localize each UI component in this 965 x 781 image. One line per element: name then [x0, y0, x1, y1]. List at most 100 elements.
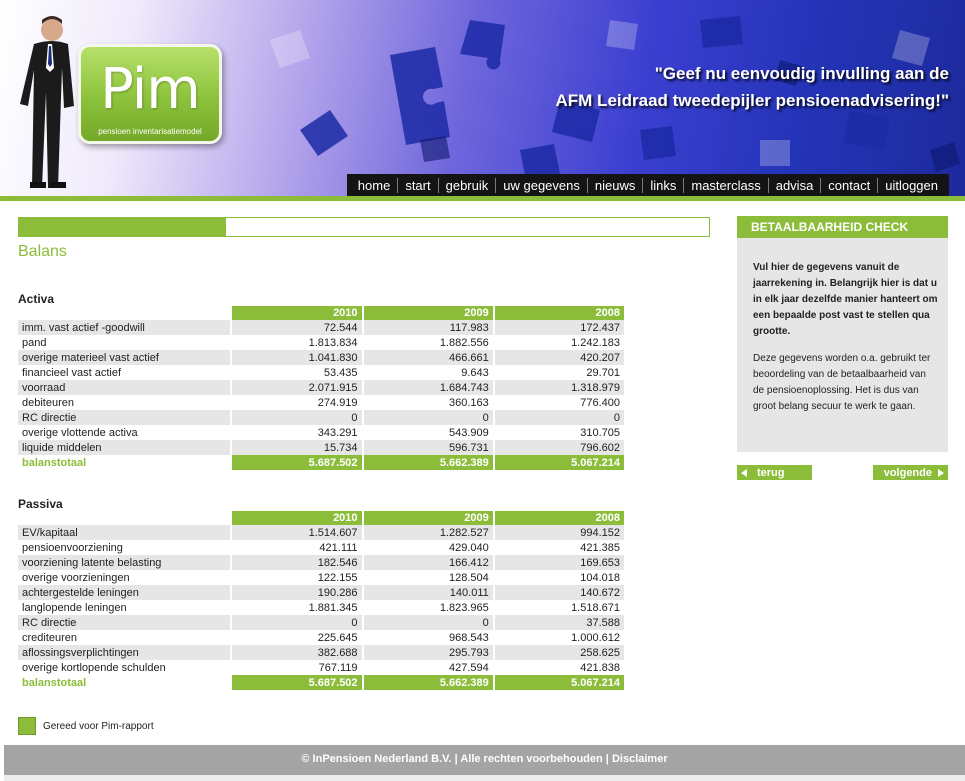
back-button[interactable]: terug — [737, 465, 812, 480]
value-cell-2009[interactable]: 140.011 — [361, 585, 493, 600]
row-label: EV/kapitaal — [18, 525, 231, 540]
row-label: overige voorzieningen — [18, 570, 231, 585]
value-cell-2009[interactable]: 0 — [361, 615, 493, 630]
value-cell-2009[interactable]: 968.543 — [361, 630, 493, 645]
value-cell-2008[interactable]: 172.437 — [492, 320, 624, 335]
value-cell-2008[interactable]: 1.000.612 — [492, 630, 624, 645]
next-button[interactable]: volgende — [873, 465, 948, 480]
value-cell-2009[interactable]: 295.793 — [361, 645, 493, 660]
nav-gebruik[interactable]: gebruik — [439, 177, 497, 193]
value-cell-2010[interactable]: 2.071.915 — [230, 380, 362, 395]
row-label: voorziening latente belasting — [18, 555, 231, 570]
value-cell-2009[interactable]: 117.983 — [361, 320, 493, 335]
value-cell-2010[interactable]: 182.546 — [230, 555, 362, 570]
nav-home[interactable]: home — [351, 177, 399, 193]
value-cell-2010[interactable]: 1.881.345 — [230, 600, 362, 615]
value-cell-2008[interactable]: 1.318.979 — [492, 380, 624, 395]
table-row: overige vlottende activa 343.291 543.909 31… — [18, 425, 624, 440]
row-label: crediteuren — [18, 630, 231, 645]
value-cell-2010[interactable]: 421.111 — [230, 540, 362, 555]
activa-title: Activa — [18, 292, 55, 306]
value-cell-2008[interactable]: 1.518.671 — [492, 600, 624, 615]
value-cell-2008[interactable]: 994.152 — [492, 525, 624, 540]
nav-masterclass[interactable]: masterclass — [684, 177, 769, 193]
year-header-blank — [18, 511, 230, 525]
value-cell-2009[interactable]: 1.882.556 — [361, 335, 493, 350]
value-cell-2009[interactable]: 466.661 — [361, 350, 493, 365]
nav-nieuws[interactable]: nieuws — [588, 177, 644, 193]
value-cell-2009[interactable]: 427.594 — [361, 660, 493, 675]
value-cell-2010[interactable]: 190.286 — [230, 585, 362, 600]
value-cell-2009[interactable]: 596.731 — [361, 440, 493, 455]
table-row: overige materieel vast actief 1.041.830 46… — [18, 350, 624, 365]
value-cell-2008[interactable]: 169.653 — [492, 555, 624, 570]
value-cell-2008[interactable]: 104.018 — [492, 570, 624, 585]
nav-start[interactable]: start — [398, 177, 439, 193]
sidebar-paragraph-1: Vul hier de gegevens vanuit de jaarreken… — [753, 262, 938, 337]
value-cell-2009[interactable]: 1.684.743 — [361, 380, 493, 395]
value-cell-2009[interactable]: 128.504 — [361, 570, 493, 585]
value-cell-2010[interactable]: 1.041.830 — [230, 350, 362, 365]
footer-rights-link[interactable]: Alle rechten voorbehouden — [460, 753, 602, 765]
value-cell-2010[interactable]: 343.291 — [230, 425, 362, 440]
value-cell-2010[interactable]: 15.734 — [230, 440, 362, 455]
value-cell-2010[interactable]: 274.919 — [230, 395, 362, 410]
footer-copyright: © InPensioen Nederland B.V. — [301, 753, 452, 765]
value-cell-2008[interactable]: 421.838 — [492, 660, 624, 675]
value-cell-2008[interactable]: 310.705 — [492, 425, 624, 440]
ready-for-report: Gereed voor Pim-rapport — [18, 717, 154, 735]
value-cell-2010[interactable]: 382.688 — [230, 645, 362, 660]
value-cell-2008[interactable]: 796.602 — [492, 440, 624, 455]
value-cell-2008[interactable]: 37.588 — [492, 615, 624, 630]
footer: © InPensioen Nederland B.V. | Alle recht… — [4, 745, 965, 775]
passiva-table: 2010 2009 2008 EV/kapitaal 1.514.607 1.282… — [18, 511, 624, 690]
row-label: RC directie — [18, 615, 231, 630]
back-button-label: terug — [757, 466, 785, 479]
row-label: langlopende leningen — [18, 600, 231, 615]
table-row: overige kortlopende schulden 767.119 427.5… — [18, 660, 624, 675]
total-cell-2010: 5.687.502 — [230, 455, 362, 470]
value-cell-2008[interactable]: 29.701 — [492, 365, 624, 380]
pim-logo[interactable]: Pim pensioen inventarisatiemodel — [78, 44, 222, 144]
value-cell-2009[interactable]: 9.643 — [361, 365, 493, 380]
row-label: debiteuren — [18, 395, 231, 410]
value-cell-2009[interactable]: 429.040 — [361, 540, 493, 555]
value-cell-2010[interactable]: 225.645 — [230, 630, 362, 645]
table-row: imm. vast actief -goodwill 72.544 117.983 1… — [18, 320, 624, 335]
row-label: overige materieel vast actief — [18, 350, 231, 365]
value-cell-2010[interactable]: 767.119 — [230, 660, 362, 675]
table-row: crediteuren 225.645 968.543 1.000.612 — [18, 630, 624, 645]
value-cell-2008[interactable]: 258.625 — [492, 645, 624, 660]
value-cell-2010[interactable]: 1.514.607 — [230, 525, 362, 540]
value-cell-2009[interactable]: 360.163 — [361, 395, 493, 410]
value-cell-2008[interactable]: 1.242.183 — [492, 335, 624, 350]
header-banner: Pim pensioen inventarisatiemodel "Geef n… — [0, 0, 965, 196]
value-cell-2010[interactable]: 1.813.834 — [230, 335, 362, 350]
value-cell-2008[interactable]: 421.385 — [492, 540, 624, 555]
value-cell-2009[interactable]: 543.909 — [361, 425, 493, 440]
value-cell-2009[interactable]: 0 — [361, 410, 493, 425]
nav-uitloggen[interactable]: uitloggen — [878, 178, 945, 193]
footer-disclaimer-link[interactable]: Disclaimer — [612, 753, 668, 765]
page-title: Balans — [18, 243, 67, 260]
value-cell-2010[interactable]: 0 — [230, 615, 362, 630]
value-cell-2010[interactable]: 0 — [230, 410, 362, 425]
value-cell-2008[interactable]: 140.672 — [492, 585, 624, 600]
nav-uw-gegevens[interactable]: uw gegevens — [496, 177, 588, 193]
value-cell-2009[interactable]: 1.282.527 — [361, 525, 493, 540]
value-cell-2008[interactable]: 0 — [492, 410, 624, 425]
value-cell-2010[interactable]: 122.155 — [230, 570, 362, 585]
total-cell-2008: 5.067.214 — [492, 675, 624, 690]
table-row: overige voorzieningen 122.155 128.504 104.0… — [18, 570, 624, 585]
value-cell-2010[interactable]: 53.435 — [230, 365, 362, 380]
ready-checkbox[interactable] — [18, 717, 36, 735]
nav-contact[interactable]: contact — [821, 177, 879, 193]
nav-advisa[interactable]: advisa — [769, 177, 822, 193]
nav-links[interactable]: links — [643, 177, 685, 193]
value-cell-2009[interactable]: 1.823.965 — [361, 600, 493, 615]
value-cell-2009[interactable]: 166.412 — [361, 555, 493, 570]
value-cell-2008[interactable]: 420.207 — [492, 350, 624, 365]
value-cell-2008[interactable]: 776.400 — [492, 395, 624, 410]
table-row: debiteuren 274.919 360.163 776.400 — [18, 395, 624, 410]
value-cell-2010[interactable]: 72.544 — [230, 320, 362, 335]
